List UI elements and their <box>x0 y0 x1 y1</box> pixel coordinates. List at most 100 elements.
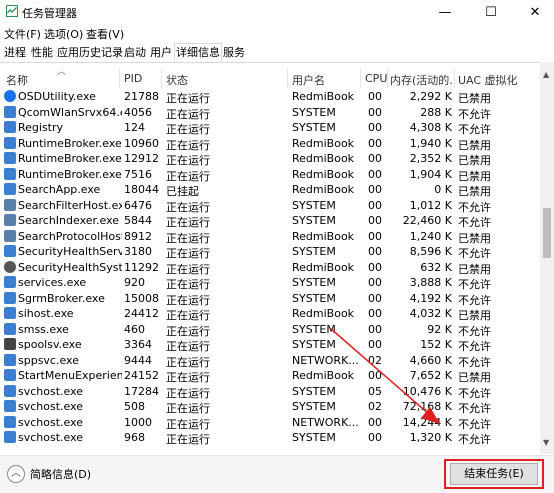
window-icon <box>4 167 16 180</box>
cell-username: RedmiBook <box>292 183 355 196</box>
column-uac[interactable]: UAC 虚拟化 <box>458 72 518 88</box>
chevron-up-icon[interactable]: ︿ <box>7 465 25 483</box>
search-icon <box>4 229 16 242</box>
cell-username: RedmiBook <box>292 229 355 243</box>
tab-performance[interactable]: 性能 <box>30 44 54 61</box>
column-divider[interactable] <box>454 68 455 88</box>
process-row[interactable]: services.exe 920 正在运行 SYSTEM 00 不允许 3,888 K <box>0 275 540 291</box>
process-row[interactable]: StartMenuExperien...24152正在运行RedmiBook00… <box>0 368 540 384</box>
cell-name: svchost.exe <box>18 384 84 398</box>
process-row[interactable]: smss.exe 460 正在运行 SYSTEM 00 不允许 92 K <box>0 322 540 338</box>
cell-cpu: 00 <box>368 167 382 181</box>
tab-users[interactable]: 用户 <box>149 44 173 61</box>
tab-details[interactable]: 详细信息 <box>174 43 222 62</box>
column-username[interactable]: 用户名 <box>292 72 325 88</box>
process-row[interactable]: SearchProtocolHost...8912正在运行RedmiBook00… <box>0 229 540 245</box>
cell-name: SecurityHealthServi... <box>18 245 122 258</box>
process-row[interactable]: RuntimeBroker.exe 7516 正在运行 RedmiBook 00 已禁用 1… <box>0 167 540 183</box>
window-icon <box>4 105 16 118</box>
cell-name: spoolsv.exe <box>18 338 82 351</box>
window-icon <box>4 400 16 412</box>
cell-cpu: 00 <box>368 198 382 212</box>
scrollbar-thumb[interactable] <box>543 208 551 258</box>
column-divider[interactable] <box>119 68 120 88</box>
process-row[interactable]: spoolsv.exe 3364 正在运行 SYSTEM 00 不允许 152 K <box>0 337 540 353</box>
cell-pid: 9444 <box>124 353 152 367</box>
menu-options[interactable]: 选项(O) <box>44 26 83 42</box>
cell-name: sppsvc.exe <box>18 353 79 367</box>
process-row[interactable]: SecurityHealthServi...3180正在运行SYSTEM00不允… <box>0 244 540 260</box>
tab-app-history[interactable]: 应用历史记录 <box>56 44 124 61</box>
cell-memory: 1,940 K <box>409 136 452 150</box>
maximize-button[interactable]: ☐ <box>474 0 508 24</box>
cell-cpu: 00 <box>368 121 382 134</box>
cell-memory: 92 K <box>427 322 452 336</box>
cell-memory: 152 K <box>420 338 452 351</box>
window-icon <box>4 369 16 381</box>
process-row[interactable]: SearchApp.exe 18044 已挂起 RedmiBook 00 已禁用 0 K <box>0 182 540 198</box>
process-row[interactable]: svchost.exe 968 正在运行 SYSTEM 00 不允许 1,320 K <box>0 430 540 446</box>
process-row[interactable]: SgrmBroker.exe 15008 正在运行 SYSTEM 00 不允许 4,192 … <box>0 291 540 307</box>
fewer-details-link[interactable]: 简略信息(D) <box>30 466 91 482</box>
column-divider[interactable] <box>360 68 361 88</box>
cell-memory: 14,244 K <box>402 415 452 429</box>
process-row[interactable]: RuntimeBroker.exe 10960 正在运行 RedmiBook 00 已禁用… <box>0 136 540 152</box>
cell-pid: 920 <box>124 276 145 289</box>
cell-memory: 7,652 K <box>409 369 452 382</box>
cell-username: RedmiBook <box>292 167 355 181</box>
tab-services[interactable]: 服务 <box>222 44 246 61</box>
column-memory[interactable]: 内存(活动的... <box>390 72 452 88</box>
process-row[interactable]: SecurityHealthSystr...11292正在运行RedmiBook… <box>0 260 540 276</box>
scroll-up-icon[interactable]: ▲ <box>543 70 549 79</box>
process-row[interactable]: sppsvc.exe 9444 正在运行 NETWORK... 02 不允许 4,660 K <box>0 353 540 369</box>
column-divider[interactable] <box>287 68 288 88</box>
process-row[interactable]: svchost.exe 1000 正在运行 NETWORK... 00 不允许 14,244… <box>0 415 540 431</box>
search-icon <box>4 198 16 211</box>
cell-cpu: 00 <box>368 105 382 119</box>
cell-pid: 11292 <box>124 260 159 274</box>
cell-memory: 22,460 K <box>402 214 452 227</box>
cell-username: SYSTEM <box>292 214 336 227</box>
column-name[interactable]: 名称 <box>6 72 28 88</box>
window-title: 任务管理器 <box>22 7 77 20</box>
minimize-button[interactable]: — <box>428 0 462 24</box>
process-row[interactable]: Registry 124 正在运行 SYSTEM 00 不允许 4,308 K <box>0 120 540 136</box>
process-row[interactable]: sihost.exe 24412 正在运行 RedmiBook 00 已禁用 4,032 K <box>0 306 540 322</box>
tab-processes[interactable]: 进程 <box>3 44 27 61</box>
cell-username: RedmiBook <box>292 90 355 103</box>
menu-view[interactable]: 查看(V) <box>86 26 124 42</box>
window-icon <box>4 353 16 366</box>
column-divider[interactable] <box>161 68 162 88</box>
cell-cpu: 00 <box>368 431 382 444</box>
tab-startup[interactable]: 启动 <box>123 44 147 61</box>
process-row[interactable]: RuntimeBroker.exe 12912 正在运行 RedmiBook 00 已禁用… <box>0 151 540 167</box>
cell-memory: 632 K <box>420 260 452 274</box>
column-cpu[interactable]: CPU <box>365 72 387 85</box>
column-status[interactable]: 状态 <box>166 72 188 88</box>
process-list: OSDUtility.exe 21788 正在运行 RedmiBook 00 已禁用 2,2… <box>0 89 540 447</box>
process-row[interactable]: SearchIndexer.exe 5844 正在运行 SYSTEM 00 不允许 22,4… <box>0 213 540 229</box>
cell-name: RuntimeBroker.exe <box>18 167 122 181</box>
close-button[interactable]: ✕ <box>518 0 552 24</box>
cell-cpu: 05 <box>368 384 382 398</box>
cell-pid: 124 <box>124 121 145 134</box>
column-divider[interactable] <box>387 68 388 88</box>
cell-username: RedmiBook <box>292 369 355 382</box>
cell-pid: 4056 <box>124 105 152 119</box>
window-icon <box>4 415 16 428</box>
column-pid[interactable]: PID <box>124 72 142 85</box>
cell-name: SearchFilterHost.exe <box>18 198 122 212</box>
process-row[interactable]: SearchFilterHost.exe 6476 正在运行 SYSTEM 00 不允许 1… <box>0 198 540 214</box>
vertical-scrollbar[interactable]: ▲ ▼ <box>540 62 554 454</box>
menu-file[interactable]: 文件(F) <box>4 26 41 42</box>
cell-pid: 24152 <box>124 369 159 382</box>
cell-cpu: 00 <box>368 369 382 382</box>
process-row[interactable]: OSDUtility.exe 21788 正在运行 RedmiBook 00 已禁用 2,2… <box>0 89 540 105</box>
process-row[interactable]: svchost.exe 17284 正在运行 SYSTEM 05 不允许 10,476 K <box>0 384 540 400</box>
process-row[interactable]: svchost.exe 508 正在运行 SYSTEM 02 不允许 72,168 K <box>0 399 540 415</box>
scroll-down-icon[interactable]: ▼ <box>543 438 549 447</box>
search-icon <box>4 214 16 226</box>
process-row[interactable]: QcomWlanSrvx64.e...4056正在运行SYSTEM00不允许28… <box>0 105 540 121</box>
cell-pid: 7516 <box>124 167 152 181</box>
end-task-button[interactable]: 结束任务(E) <box>450 463 538 485</box>
